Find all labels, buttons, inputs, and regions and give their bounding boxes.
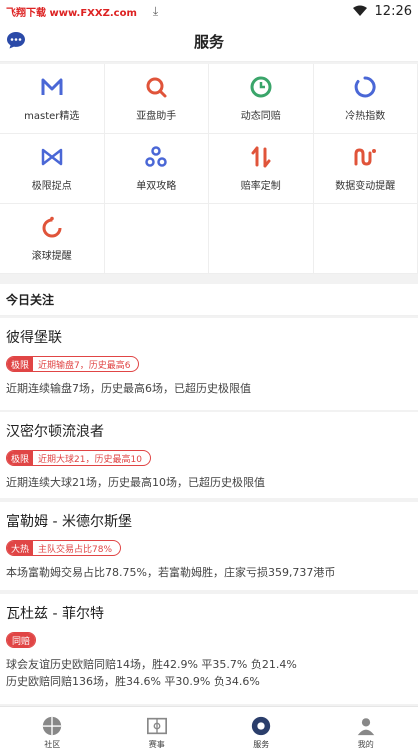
service-odd-even[interactable]: 单双攻略: [104, 134, 209, 204]
card-team-name: 汉密尔顿流浪者: [6, 424, 104, 440]
section-title: 今日关注: [0, 284, 418, 316]
service-label: 极限捉点: [31, 181, 72, 192]
status-time: 12:26: [374, 3, 412, 19]
status-badge: 大热 主队交易占比78%: [6, 540, 122, 556]
service-label: 赔率定制: [240, 181, 281, 192]
wifi-icon: [352, 5, 367, 16]
bottom-tab-bar: 社区 赛事 服务 我的: [0, 706, 418, 753]
card-description-line: 球会友谊历史欧赔同赔14场，胜42.9% 平35.7% 负21.4%: [6, 658, 297, 671]
up-down-arrows-icon: [251, 146, 271, 168]
tab-label: 我的: [357, 740, 374, 749]
dashed-ring-icon: [42, 216, 62, 238]
service-label: 数据变动提醒: [335, 181, 396, 192]
focus-card[interactable]: 富勒姆 - 米德尔斯堡 大热 主队交易占比78% 本场富勒姆交易占比78.75%，…: [0, 502, 418, 590]
card-description-line: 历史欧赔同赔136场，胜34.6% 平30.9% 负34.6%: [6, 675, 260, 688]
watermark-text: 飞翔下载 www.FXXZ.com: [6, 7, 137, 19]
three-dots-icon: [145, 146, 167, 167]
service-hot-cold-index[interactable]: 冷热指数: [313, 64, 418, 134]
wave-icon: [354, 148, 377, 166]
service-label: 亚盘助手: [136, 111, 177, 122]
service-label: 单双攻略: [136, 181, 177, 192]
service-dynamic-odds[interactable]: 动态同赔: [209, 64, 314, 134]
search-ring-icon: [146, 77, 167, 98]
focus-card[interactable]: 彼得堡联 极限 近期输盘7，历史最高6 近期连续输盘7场，历史最高6场，已超历史极…: [0, 318, 418, 410]
service-data-change-alert[interactable]: 数据变动提醒: [313, 134, 418, 204]
community-icon: [43, 716, 62, 736]
tab-label: 赛事: [148, 740, 165, 749]
empty-cell: [209, 204, 314, 274]
empty-cell: [104, 204, 209, 274]
master-m-icon: [41, 78, 63, 95]
card-description: 近期连续输盘7场，历史最高6场，已超历史极限值: [6, 382, 251, 395]
tab-label: 服务: [253, 740, 270, 749]
service-odds-custom[interactable]: 赔率定制: [209, 134, 314, 204]
status-badge: 同赔: [6, 632, 37, 648]
service-icon: [252, 716, 271, 736]
match-icon: [146, 717, 167, 735]
focus-card[interactable]: 汉密尔顿流浪者 极限 近期大球21，历史最高10 近期连续大球21场，历史最高10…: [0, 412, 418, 498]
download-icon: ⤓: [152, 3, 159, 18]
profile-icon: [357, 718, 374, 736]
service-label: 滚球提醒: [31, 251, 72, 262]
card-description: 本场富勒姆交易占比78.75%，若富勒姆胜，庄家亏损359,737港币: [6, 566, 336, 579]
service-label: 冷热指数: [345, 111, 386, 122]
page-title: 服务: [193, 33, 224, 51]
status-bar: 飞翔下载 www.FXXZ.com ⤓ 12:26: [0, 0, 418, 22]
service-grid: master精选 亚盘助手 动态同赔 冷热指数 极限捉点 单双攻略 赔率定制 数…: [0, 64, 418, 274]
tab-matches[interactable]: 赛事: [105, 707, 210, 753]
tab-profile[interactable]: 我的: [314, 707, 418, 753]
card-description: 球会友谊历史欧赔同赔14场，胜42.9% 平35.7% 负21.4% 历史欧赔同…: [6, 656, 412, 690]
app-header: 服务: [0, 22, 418, 62]
tab-label: 社区: [44, 740, 61, 749]
card-description: 近期连续大球21场，历史最高10场，已超历史极限值: [6, 476, 265, 489]
service-limit-catch[interactable]: 极限捉点: [0, 134, 105, 204]
service-live-alert[interactable]: 滚球提醒: [0, 204, 105, 274]
card-match-name: 瓦杜兹 - 菲尔特: [6, 606, 104, 622]
bowtie-icon: [41, 148, 62, 166]
status-badge: 极限 近期大球21，历史最高10: [6, 450, 151, 466]
empty-cell: [313, 204, 418, 274]
service-label: 动态同赔: [240, 111, 281, 122]
ring-icon: [354, 76, 376, 98]
service-asian-helper[interactable]: 亚盘助手: [104, 64, 209, 134]
focus-card[interactable]: 瓦杜兹 - 菲尔特 同赔 球会友谊历史欧赔同赔14场，胜42.9% 平35.7%…: [0, 594, 418, 704]
card-match-name: 富勒姆 - 米德尔斯堡: [6, 514, 132, 530]
chat-icon[interactable]: [6, 30, 26, 50]
service-master[interactable]: master精选: [0, 64, 105, 134]
service-label: master精选: [24, 111, 80, 122]
status-badge: 极限 近期输盘7，历史最高6: [6, 356, 140, 372]
tab-community[interactable]: 社区: [0, 707, 105, 753]
clock-icon: [250, 76, 272, 98]
card-team-name: 彼得堡联: [6, 330, 62, 346]
tab-services[interactable]: 服务: [209, 707, 314, 753]
